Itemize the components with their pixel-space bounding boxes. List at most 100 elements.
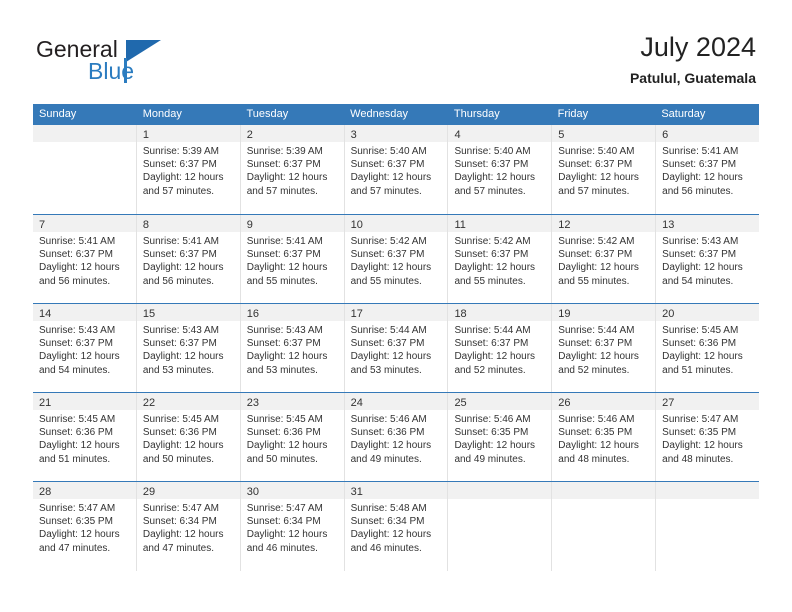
calendar-day-cell[interactable]: 3 Sunrise: 5:40 AM Sunset: 6:37 PM Daylight…: [343, 125, 448, 214]
sunrise-text: Sunrise: 5:48 AM: [350, 503, 427, 514]
daylight-text-line1: Daylight: 12 hours: [558, 440, 639, 452]
calendar-day-cell[interactable]: 2 Sunrise: 5:39 AM Sunset: 6:37 PM Daylight…: [239, 125, 344, 214]
day-number: 15: [142, 308, 156, 320]
calendar-day-cell[interactable]: 19 Sunrise: 5:44 AM Sunset: 6:37 PM Dayligh…: [551, 304, 656, 392]
calendar-day-cell[interactable]: 5 Sunrise: 5:40 AM Sunset: 6:37 PM Daylight…: [551, 125, 656, 214]
day-number: 28: [39, 486, 52, 498]
calendar-day-cell[interactable]: 18 Sunrise: 5:44 AM Sunset: 6:37 PM Dayligh…: [447, 304, 552, 392]
day-number: 10: [350, 219, 363, 231]
day-details: [552, 499, 655, 502]
sunset-text: Sunset: 6:36 PM: [246, 427, 321, 439]
calendar-day-cell[interactable]: 8 Sunrise: 5:41 AM Sunset: 6:37 PM Daylight…: [135, 215, 240, 303]
sunrise-text: Sunrise: 5:44 AM: [350, 325, 427, 336]
calendar-week-row: 21 Sunrise: 5:45 AM Sunset: 6:36 PM Dayligh…: [33, 392, 760, 481]
daylight-text-line2: and 57 minutes.: [246, 185, 318, 197]
sunset-text: Sunset: 6:35 PM: [662, 427, 737, 439]
day-number: 18: [454, 308, 467, 320]
sunset-text: Sunset: 6:37 PM: [662, 249, 737, 261]
calendar-day-cell[interactable]: 25 Sunrise: 5:46 AM Sunset: 6:35 PM Dayligh…: [447, 393, 552, 481]
day-number-band: 19: [552, 304, 656, 321]
calendar-day-cell[interactable]: 9 Sunrise: 5:41 AM Sunset: 6:37 PM Daylight…: [239, 215, 344, 303]
calendar-day-cell[interactable]: 4 Sunrise: 5:40 AM Sunset: 6:37 PM Daylight…: [447, 125, 552, 214]
daylight-text-line2: and 57 minutes.: [454, 185, 526, 197]
weekday-header-friday: Friday: [557, 108, 589, 120]
daylight-text-line2: and 52 minutes.: [558, 364, 630, 376]
day-details: [33, 142, 136, 145]
calendar-day-cell[interactable]: 31 Sunrise: 5:48 AM Sunset: 6:34 PM Dayligh…: [343, 482, 448, 571]
day-number: 22: [142, 397, 156, 409]
day-number: 26: [558, 397, 571, 409]
day-details: Sunrise: 5:40 AM Sunset: 6:37 PM Daylight:…: [552, 142, 655, 198]
calendar-day-cell-empty: [33, 125, 136, 214]
sunset-text: Sunset: 6:37 PM: [246, 159, 321, 171]
day-details: [448, 499, 551, 502]
day-number: 20: [662, 308, 675, 320]
day-details: Sunrise: 5:43 AM Sunset: 6:37 PM Daylight:…: [137, 321, 240, 377]
day-number-band: 9: [240, 215, 344, 232]
sunset-text: Sunset: 6:37 PM: [39, 338, 113, 350]
weekday-header-thursday: Thursday: [453, 108, 500, 120]
calendar-day-cell[interactable]: 27 Sunrise: 5:47 AM Sunset: 6:35 PM Dayligh…: [655, 393, 760, 481]
calendar-day-cell[interactable]: 14 Sunrise: 5:43 AM Sunset: 6:37 PM Dayligh…: [33, 304, 136, 392]
calendar-day-cell[interactable]: 1 Sunrise: 5:39 AM Sunset: 6:37 PM Daylight…: [135, 125, 240, 214]
calendar-day-cell[interactable]: 10 Sunrise: 5:42 AM Sunset: 6:37 PM Dayligh…: [343, 215, 448, 303]
day-number: 21: [39, 397, 52, 409]
day-details: Sunrise: 5:42 AM Sunset: 6:37 PM Daylight:…: [345, 232, 448, 288]
calendar-day-cell[interactable]: 28 Sunrise: 5:47 AM Sunset: 6:35 PM Dayligh…: [33, 482, 136, 571]
day-number: 16: [246, 308, 259, 320]
calendar-day-cell[interactable]: 7 Sunrise: 5:41 AM Sunset: 6:37 PM Daylight…: [33, 215, 136, 303]
calendar-day-cell[interactable]: 29 Sunrise: 5:47 AM Sunset: 6:34 PM Dayligh…: [135, 482, 240, 571]
calendar-day-cell[interactable]: 20 Sunrise: 5:45 AM Sunset: 6:36 PM Dayligh…: [655, 304, 760, 392]
calendar-day-cell[interactable]: 26 Sunrise: 5:46 AM Sunset: 6:35 PM Dayligh…: [551, 393, 656, 481]
day-details: Sunrise: 5:41 AM Sunset: 6:37 PM Daylight:…: [241, 232, 344, 288]
calendar-day-cell[interactable]: 11 Sunrise: 5:42 AM Sunset: 6:37 PM Dayligh…: [447, 215, 552, 303]
daylight-text-line1: Daylight: 12 hours: [350, 351, 432, 363]
day-number-band: 8: [136, 215, 240, 232]
sunrise-text: Sunrise: 5:42 AM: [350, 236, 427, 247]
calendar-day-cell[interactable]: 30 Sunrise: 5:47 AM Sunset: 6:34 PM Dayligh…: [239, 482, 344, 571]
day-number-band: 1: [136, 125, 240, 142]
day-number-band: 6: [656, 125, 760, 142]
day-number: 1: [142, 129, 149, 141]
calendar-day-cell[interactable]: 17 Sunrise: 5:44 AM Sunset: 6:37 PM Dayligh…: [343, 304, 448, 392]
daylight-text-line1: Daylight: 12 hours: [142, 351, 224, 363]
daylight-text-line2: and 50 minutes.: [142, 453, 215, 465]
day-number-band: 29: [136, 482, 240, 499]
weekday-header-monday: Monday: [142, 108, 182, 120]
daylight-text-line1: Daylight: 12 hours: [350, 262, 432, 274]
general-blue-logo[interactable]: General Blue: [36, 36, 236, 86]
day-number: 14: [39, 308, 52, 320]
calendar-week-row: 14 Sunrise: 5:43 AM Sunset: 6:37 PM Dayligh…: [33, 303, 760, 392]
daylight-text-line2: and 57 minutes.: [558, 185, 630, 197]
calendar-day-cell[interactable]: 23 Sunrise: 5:45 AM Sunset: 6:36 PM Dayligh…: [239, 393, 344, 481]
calendar-day-cell[interactable]: 24 Sunrise: 5:46 AM Sunset: 6:36 PM Dayligh…: [343, 393, 448, 481]
day-details: Sunrise: 5:43 AM Sunset: 6:37 PM Daylight:…: [33, 321, 136, 377]
calendar-day-cell[interactable]: 6 Sunrise: 5:41 AM Sunset: 6:37 PM Daylight…: [655, 125, 760, 214]
calendar-day-cell[interactable]: 22 Sunrise: 5:45 AM Sunset: 6:36 PM Dayligh…: [135, 393, 240, 481]
day-number: 23: [246, 397, 259, 409]
day-details: Sunrise: 5:41 AM Sunset: 6:37 PM Daylight:…: [656, 142, 759, 198]
calendar-day-cell[interactable]: 16 Sunrise: 5:43 AM Sunset: 6:37 PM Dayligh…: [239, 304, 344, 392]
calendar-day-cell[interactable]: 15 Sunrise: 5:43 AM Sunset: 6:37 PM Dayligh…: [135, 304, 240, 392]
calendar-week-row: 28 Sunrise: 5:47 AM Sunset: 6:35 PM Dayligh…: [33, 481, 760, 571]
day-details: Sunrise: 5:40 AM Sunset: 6:37 PM Daylight:…: [448, 142, 551, 198]
sunrise-text: Sunrise: 5:46 AM: [454, 414, 531, 425]
day-number: 27: [662, 397, 675, 409]
sunrise-text: Sunrise: 5:46 AM: [350, 414, 427, 425]
calendar-day-cell[interactable]: 21 Sunrise: 5:45 AM Sunset: 6:36 PM Dayligh…: [33, 393, 136, 481]
calendar-day-cell[interactable]: 12 Sunrise: 5:42 AM Sunset: 6:37 PM Dayligh…: [551, 215, 656, 303]
day-number-band: 23: [240, 393, 344, 410]
daylight-text-line2: and 47 minutes.: [39, 542, 111, 554]
calendar-day-cell[interactable]: 13 Sunrise: 5:43 AM Sunset: 6:37 PM Dayligh…: [655, 215, 760, 303]
day-number-band: 24: [344, 393, 448, 410]
sunrise-text: Sunrise: 5:43 AM: [142, 325, 220, 336]
day-details: Sunrise: 5:44 AM Sunset: 6:37 PM Daylight:…: [345, 321, 448, 377]
daylight-text-line2: and 55 minutes.: [454, 275, 526, 287]
weekday-header-tuesday: Tuesday: [246, 108, 289, 120]
day-details: Sunrise: 5:42 AM Sunset: 6:37 PM Daylight:…: [552, 232, 655, 288]
day-number: 4: [454, 129, 461, 141]
daylight-text-line2: and 56 minutes.: [662, 185, 734, 197]
daylight-text-line1: Daylight: 12 hours: [142, 172, 224, 184]
sunset-text: Sunset: 6:35 PM: [454, 427, 529, 439]
weekday-header-wednesday: Wednesday: [350, 108, 409, 120]
